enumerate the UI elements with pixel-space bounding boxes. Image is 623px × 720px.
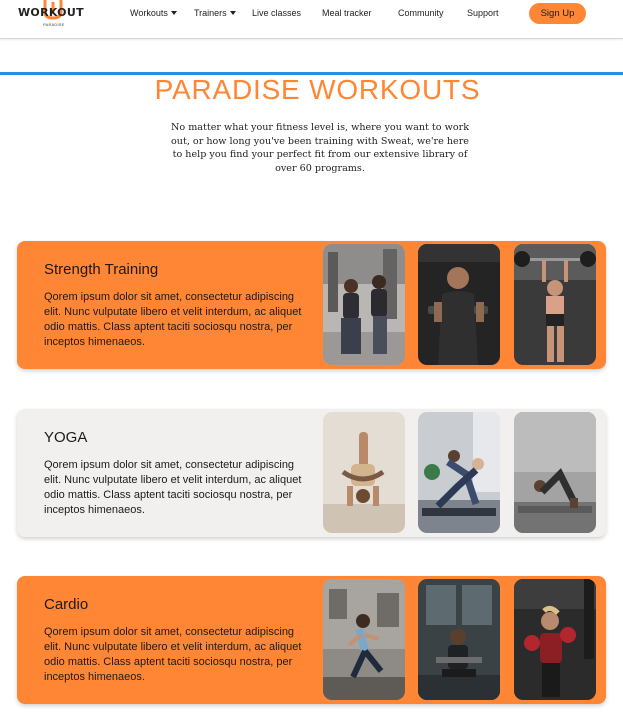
card-description: Qorem ipsum dolor sit amet, consectetur … [44,459,302,516]
boxing-photo[interactable] [514,579,596,700]
partner-yoga-photo[interactable] [418,412,500,533]
gym-women-machines-photo[interactable] [323,244,405,365]
nav-item-live-classes[interactable]: Live classes [252,8,301,18]
nav-label: Support [467,8,499,18]
chevron-down-icon [229,11,236,15]
logo-wordmark: WORKOUT [18,6,84,19]
nav-label: Workouts [130,8,168,18]
chevron-down-icon [170,11,177,15]
card-title: Strength Training [44,261,159,278]
card-description: Qorem ipsum dolor sit amet, consectetur … [44,291,302,348]
card-title: Cardio [44,596,89,613]
nav-item-community[interactable]: Community [398,8,444,18]
yoga-stretch-photo[interactable] [514,412,596,533]
woman-barbell-photo[interactable] [514,244,596,365]
man-rowing-photo[interactable] [418,579,500,700]
hero-description: No matter what your fitness level is, wh… [170,122,470,174]
nav-label: Meal tracker [322,8,372,18]
headstand-yoga-photo[interactable] [323,412,405,533]
nav-label: Live classes [252,8,302,18]
site-header: WORKOUT PARADISE Workouts Trainers Live … [0,0,623,39]
nav-label: Trainers [194,8,227,18]
logo[interactable]: WORKOUT PARADISE [18,0,90,30]
card-description: Qorem ipsum dolor sit amet, consectetur … [44,626,302,683]
program-card-strength[interactable]: Strength Training Qorem ipsum dolor sit … [17,241,606,369]
nav-item-workouts[interactable]: Workouts [130,8,177,18]
program-card-cardio[interactable]: Cardio Qorem ipsum dolor sit amet, conse… [17,576,606,704]
nav-label: Community [398,8,444,18]
street-running-photo[interactable] [323,579,405,700]
logo-subtitle: PARADISE [43,22,65,27]
nav-item-support[interactable]: Support [467,8,499,18]
page-title: PARADISE WORKOUTS [154,74,481,105]
card-title: YOGA [44,429,88,446]
nav-item-meal-tracker[interactable]: Meal tracker [322,8,372,18]
nav-item-trainers[interactable]: Trainers [194,8,236,18]
man-dumbbells-photo[interactable] [418,244,500,365]
program-card-yoga[interactable]: YOGA Qorem ipsum dolor sit amet, consect… [17,409,606,537]
sign-up-button[interactable]: Sign Up [529,3,586,24]
